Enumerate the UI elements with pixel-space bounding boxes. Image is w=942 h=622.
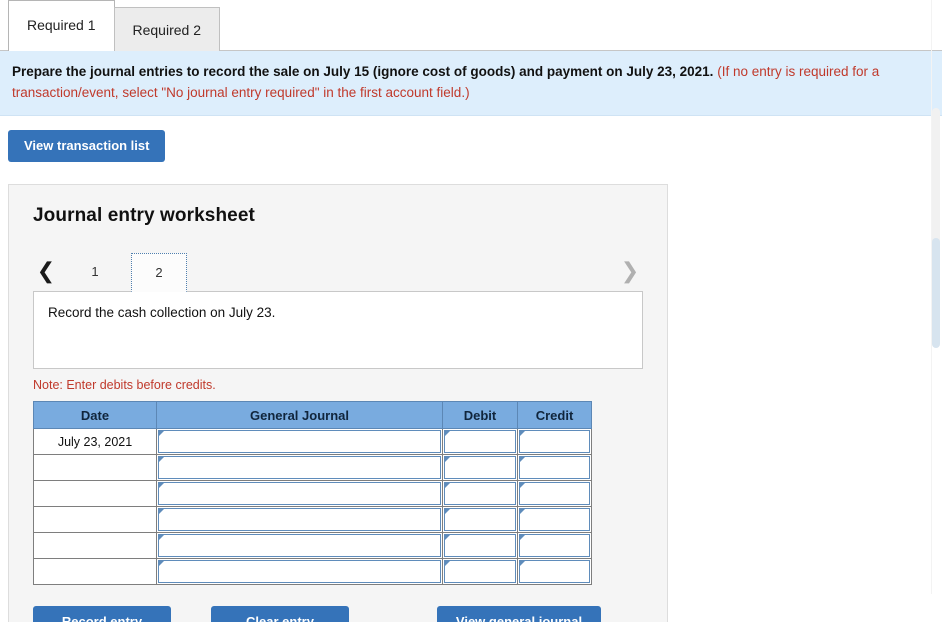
general-journal-cell (156, 428, 443, 455)
column-header-debit: Debit (442, 401, 518, 429)
view-transaction-list-button[interactable]: View transaction list (8, 130, 166, 162)
worksheet-pager: ❮ 1 2 ❯ (33, 249, 643, 292)
record-entry-button[interactable]: Record entry (33, 606, 171, 622)
debit-cell (442, 532, 518, 559)
table-row (33, 506, 592, 533)
debit-field[interactable] (444, 560, 516, 583)
date-cell: July 23, 2021 (33, 428, 157, 455)
tab-required-1-label: Required 1 (27, 17, 96, 33)
credit-cell (517, 506, 592, 533)
instruction-banner: Prepare the journal entries to record th… (0, 51, 942, 116)
debit-cell (442, 454, 518, 481)
pager-page-2[interactable]: 2 (131, 253, 187, 292)
toolbar: View transaction list (0, 116, 942, 162)
panel-edge-divider (931, 0, 932, 594)
column-header-date: Date (33, 401, 157, 429)
date-cell (33, 558, 157, 585)
chevron-right-icon[interactable]: ❯ (617, 253, 643, 291)
credit-field[interactable] (519, 456, 590, 479)
table-row (33, 480, 592, 507)
account-field[interactable] (158, 482, 441, 505)
table-row: July 23, 2021 (33, 428, 592, 455)
credit-cell (517, 454, 592, 481)
tab-required-2-label: Required 2 (132, 22, 202, 38)
debit-field[interactable] (444, 430, 516, 453)
page-scrollbar-track[interactable] (932, 108, 940, 256)
clear-entry-button[interactable]: Clear entry (211, 606, 349, 622)
debit-field[interactable] (444, 482, 516, 505)
general-journal-cell (156, 506, 443, 533)
debit-cell (442, 558, 518, 585)
debit-cell (442, 506, 518, 533)
general-journal-cell (156, 454, 443, 481)
column-header-general-journal: General Journal (156, 401, 443, 429)
account-field[interactable] (158, 560, 441, 583)
journal-entry-worksheet-panel: Journal entry worksheet ❮ 1 2 ❯ Record t… (8, 184, 668, 622)
view-general-journal-button[interactable]: View general journal (437, 606, 601, 622)
credit-cell (517, 480, 592, 507)
credit-field[interactable] (519, 560, 590, 583)
tab-required-2[interactable]: Required 2 (113, 7, 220, 51)
credit-cell (517, 532, 592, 559)
table-row (33, 454, 592, 481)
account-field[interactable] (158, 534, 441, 557)
debit-cell (442, 428, 518, 455)
debit-field[interactable] (444, 456, 516, 479)
page-title: Journal entry worksheet (33, 205, 255, 226)
journal-entry-table: Date General Journal Debit Credit July 2… (33, 401, 592, 585)
pager-page-1[interactable]: 1 (67, 253, 123, 291)
date-cell (33, 532, 157, 559)
debits-before-credits-note: Note: Enter debits before credits. (33, 378, 216, 392)
page-scrollbar-thumb[interactable] (932, 238, 940, 348)
tab-required-1[interactable]: Required 1 (8, 0, 115, 51)
debit-field[interactable] (444, 508, 516, 531)
worksheet-actions: Record entry Clear entry View general jo… (33, 606, 643, 622)
general-journal-cell (156, 558, 443, 585)
debit-cell (442, 480, 518, 507)
account-field[interactable] (158, 508, 441, 531)
credit-field[interactable] (519, 534, 590, 557)
credit-cell (517, 558, 592, 585)
instruction-main-text: Prepare the journal entries to record th… (12, 64, 714, 79)
transaction-description-text: Record the cash collection on July 23. (48, 305, 276, 320)
credit-cell (517, 428, 592, 455)
table-header-row: Date General Journal Debit Credit (33, 401, 592, 429)
chevron-left-icon[interactable]: ❮ (33, 253, 59, 291)
credit-field[interactable] (519, 508, 590, 531)
table-row (33, 532, 592, 559)
debit-field[interactable] (444, 534, 516, 557)
account-field[interactable] (158, 430, 441, 453)
table-row (33, 558, 592, 585)
date-cell (33, 480, 157, 507)
date-cell (33, 506, 157, 533)
tab-strip: Required 1 Required 2 (0, 0, 942, 51)
column-header-credit: Credit (517, 401, 592, 429)
credit-field[interactable] (519, 430, 590, 453)
account-field[interactable] (158, 456, 441, 479)
general-journal-cell (156, 480, 443, 507)
date-cell (33, 454, 157, 481)
credit-field[interactable] (519, 482, 590, 505)
general-journal-cell (156, 532, 443, 559)
transaction-description-box: Record the cash collection on July 23. (33, 291, 643, 369)
